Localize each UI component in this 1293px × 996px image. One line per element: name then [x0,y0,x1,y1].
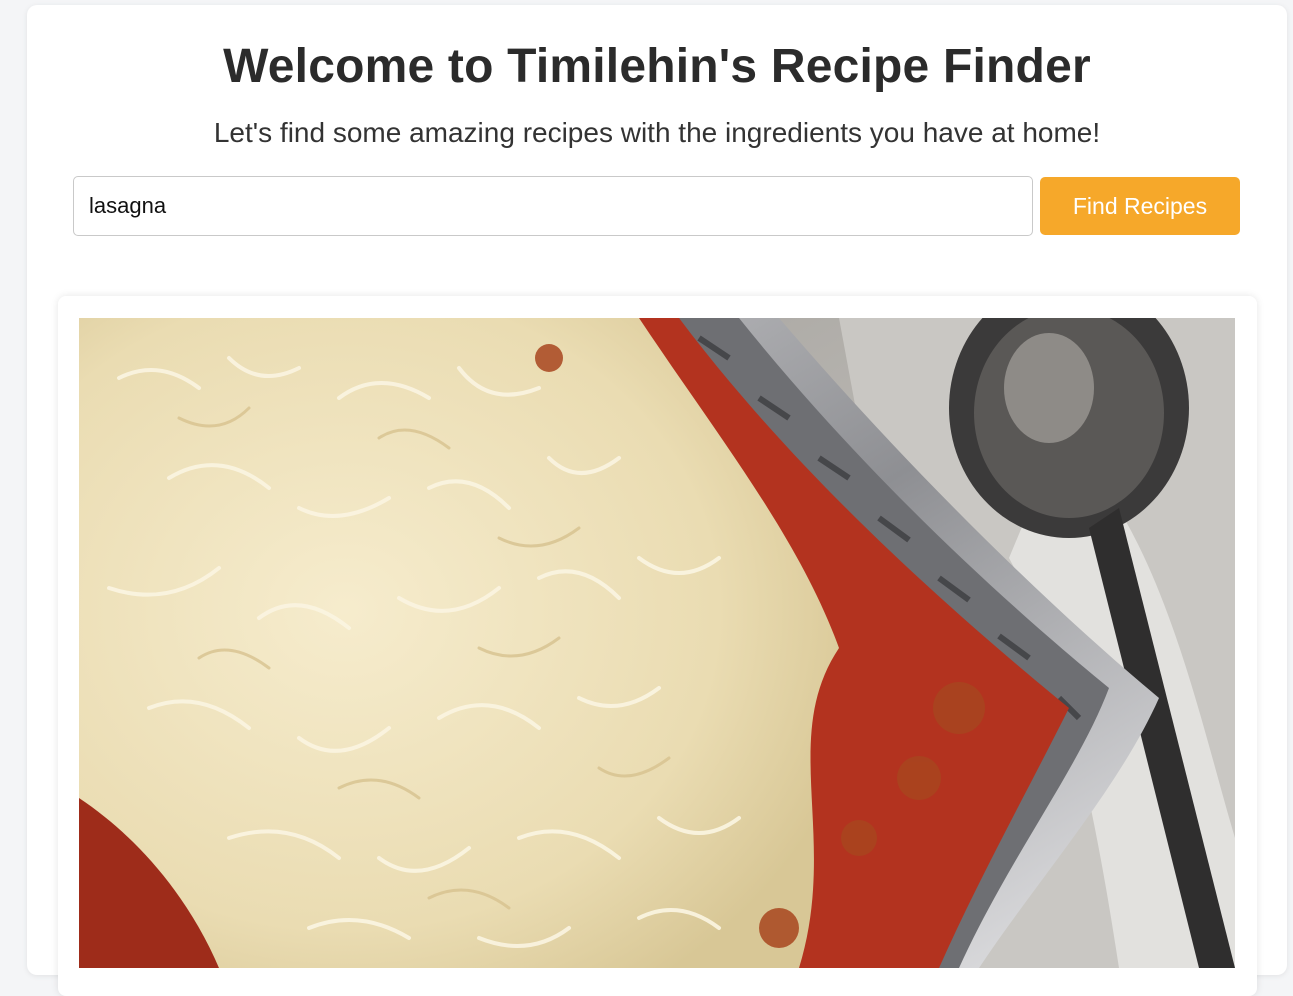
lasagna-photo-icon [79,318,1235,968]
find-recipes-button[interactable]: Find Recipes [1040,177,1240,235]
app-container: Welcome to Timilehin's Recipe Finder Let… [27,5,1287,996]
ingredient-search-input[interactable] [73,176,1033,236]
recipe-image[interactable] [79,318,1235,968]
page-title: Welcome to Timilehin's Recipe Finder [223,40,1091,93]
page-subtitle: Let's find some amazing recipes with the… [213,117,1101,148]
recipe-card[interactable] [58,296,1257,996]
